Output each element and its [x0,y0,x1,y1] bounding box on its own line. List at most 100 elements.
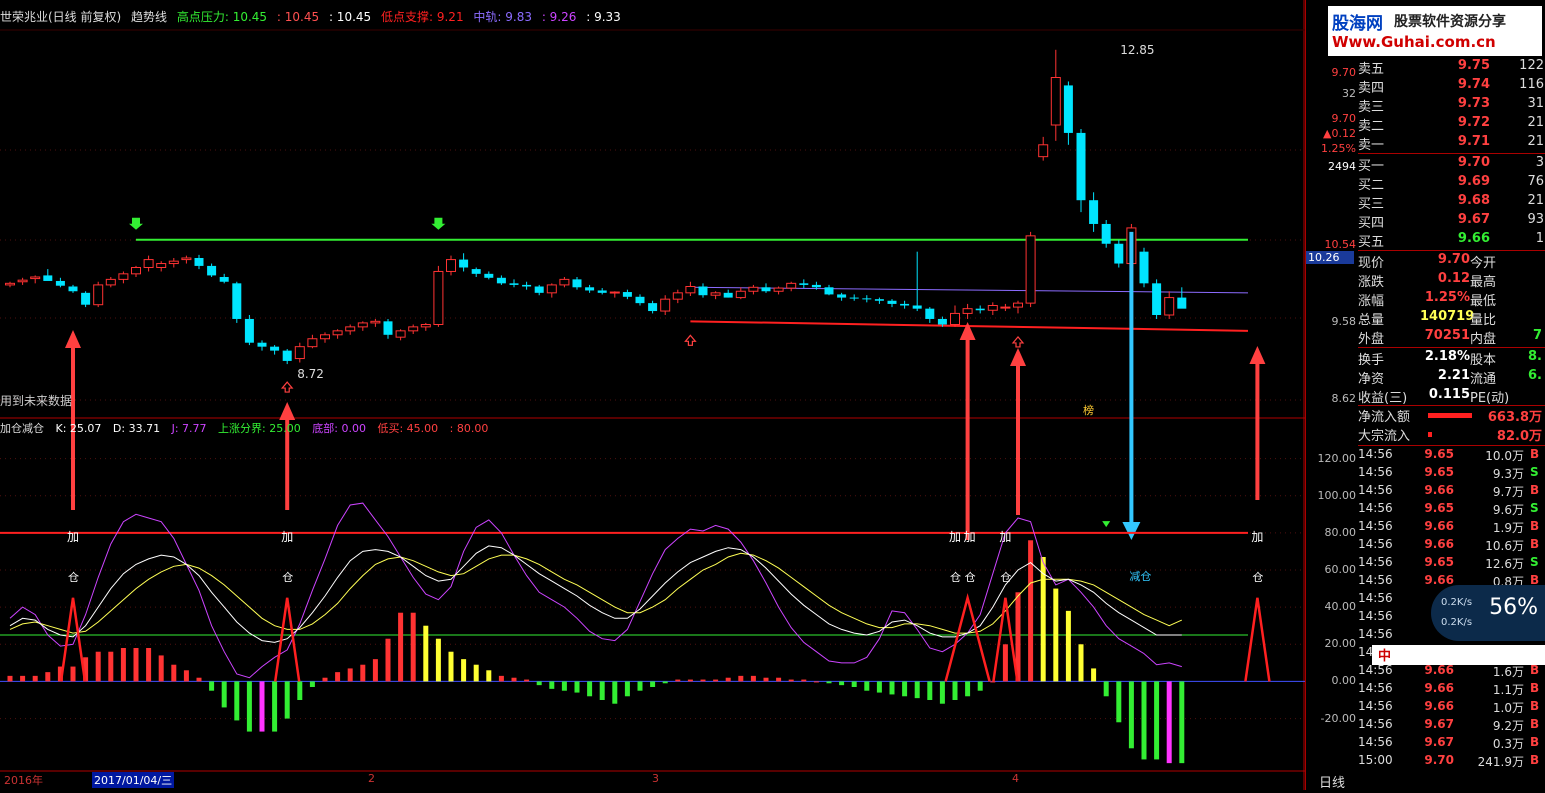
candle-body [1164,297,1175,316]
candle [143,255,154,272]
candle [1050,49,1061,141]
hist-bar [675,679,681,682]
flow-label: 大宗流入 [1358,429,1411,444]
flow-value: 663.8万 [1487,410,1542,425]
axis-label: ▲0.12 [1323,127,1356,140]
candle-body [257,342,267,347]
quote-row: 总量 140719 量比 [1358,309,1545,328]
candle [887,299,897,308]
hist-bar [133,648,139,682]
tick-price: 9.66 [1424,681,1454,695]
quote-label-2: 最低 [1470,294,1497,309]
sell-arrow [1122,231,1141,540]
indicator-axis-label: 80.00 [1324,525,1357,539]
candle [786,281,797,292]
pos-label-1: 仓 [68,570,79,584]
hist-bar [372,659,378,682]
quote-label: 净资 [1358,372,1385,387]
hist-bar [839,681,845,686]
tick-price: 9.66 [1424,699,1454,713]
network-speed-widget[interactable]: 0.2K/s 0.2K/s 56% [1431,585,1545,641]
quote-label: 收益(三) [1358,391,1408,406]
bid-row[interactable]: 买一 9.70 3 [1358,155,1545,174]
candle-body [672,292,683,300]
candle [710,291,721,300]
pos-label-4: 仓 [965,570,976,584]
bid-row[interactable]: 买二 9.69 76 [1358,174,1545,193]
period-label[interactable]: 日线 [1306,772,1358,791]
tick-volume: 10.6万 [1485,539,1524,553]
candle-body [522,284,532,287]
axis-label: 10.26 [1306,251,1354,264]
candle [912,251,922,312]
tick-price: 9.66 [1424,483,1454,497]
candle-body [1025,235,1036,304]
order-label: 卖五 [1358,62,1385,77]
date-year: 2016年 [4,774,43,787]
ime-mode[interactable]: 中 [1378,649,1391,664]
tick-time: 14:56 [1358,663,1393,677]
quote-value-2: 6. [1528,368,1542,383]
ask-row[interactable]: 卖四 9.74 116 [1358,77,1545,96]
reduce-arrow-icon [1102,521,1111,528]
candle [55,277,65,288]
quote-label: 总量 [1358,313,1385,328]
hist-bar [284,681,290,719]
tick-price: 9.67 [1424,717,1454,731]
low-price-label: 8.72 [297,367,324,381]
candle [735,287,746,300]
pos-label-5: 仓 [1000,570,1011,584]
candle [950,305,960,327]
ask-row[interactable]: 卖三 9.73 31 [1358,96,1545,115]
tick-row: 14:56 9.65 10.0万 B [1358,447,1545,465]
candle-body [383,321,393,335]
candle [496,275,506,285]
order-volume: 31 [1527,96,1544,111]
candle-body [357,322,368,328]
ask-row[interactable]: 卖五 9.75 122 [1358,58,1545,77]
signal-triangle [1244,597,1271,682]
axis-label: 10.54 [1324,238,1357,251]
quote-value: 0.115 [1428,387,1470,402]
hist-bar [297,681,303,700]
order-price: 9.73 [1457,96,1490,111]
bid-row[interactable]: 买四 9.67 93 [1358,212,1545,231]
candle-body [68,286,78,292]
hist-bar [977,681,983,691]
hist-bar [322,677,328,682]
tick-volume: 1.6万 [1492,665,1524,679]
stock-name: 世荣兆业(日线 前复权) [0,10,122,24]
candle-body [761,287,771,292]
hist-bar [498,675,504,682]
bid-row[interactable]: 买五 9.66 1 [1358,231,1545,250]
chart-area[interactable]: 12.85 8.72 榜加加加加加加仓仓仓仓仓仓减仓 世荣兆业(日线 前复权) 趋势… [0,0,1305,790]
indicator-axis-label: 60.00 [1324,563,1357,576]
indicator-axis-label: 120.00 [1317,451,1357,465]
hist-bar [385,638,391,682]
candle-body [862,298,872,300]
order-volume: 21 [1527,134,1544,149]
ime-toolbar[interactable]: 中 [1372,645,1545,665]
indicator-axis-label: 40.00 [1324,600,1357,614]
logo-url: Www.Guhai.com.cn [1332,33,1496,51]
candle-body [1013,302,1023,308]
guhai-logo[interactable]: 股海网 股票软件资源分享 Www.Guhai.com.cn [1328,6,1542,56]
order-volume: 122 [1519,58,1544,73]
bid-row[interactable]: 买三 9.68 21 [1358,193,1545,212]
mid-track-value-3: : 9.33 [586,10,621,24]
down-arrow-icon [431,217,446,230]
kline-chart[interactable]: 12.858.72榜加加加加加加仓仓仓仓仓仓减仓 [0,0,1305,790]
candle [459,253,469,272]
order-label: 买五 [1358,235,1385,250]
order-price: 9.68 [1457,193,1490,208]
hist-bar [851,681,857,687]
candle [232,281,242,323]
ask-row[interactable]: 卖二 9.72 21 [1358,115,1545,134]
candle-body [773,287,784,292]
hist-bar [221,681,227,708]
hist-bar [1179,681,1185,764]
hist-bar [599,681,605,700]
ask-row[interactable]: 卖一 9.71 21 [1358,134,1545,153]
hist-bar [1141,681,1147,760]
order-label: 买一 [1358,159,1385,174]
